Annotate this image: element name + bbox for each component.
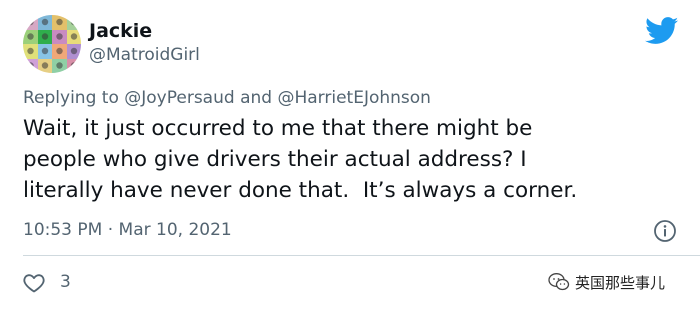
user-handle[interactable]: @MatroidGirl — [89, 45, 200, 65]
tweet-timestamp[interactable]: 10:53 PM · Mar 10, 2021 — [23, 220, 232, 240]
mention-link[interactable]: @JoyPersaud — [124, 88, 234, 108]
wechat-logo-icon — [548, 273, 570, 291]
mention-link[interactable]: @HarrietEJohnson — [277, 88, 430, 108]
twitter-bird-icon[interactable] — [645, 17, 679, 45]
watermark-text: 英国那些事儿 — [575, 273, 666, 292]
tweet-body: Wait, it just occurred to me that there … — [23, 113, 688, 206]
tweet-body-line: literally have never done that. It’s alw… — [23, 178, 578, 203]
info-icon[interactable] — [653, 219, 677, 243]
avatar-image — [23, 15, 81, 73]
user-display-name[interactable]: Jackie — [89, 20, 152, 42]
watermark: 英国那些事儿 — [548, 270, 665, 294]
heart-icon[interactable] — [22, 271, 46, 295]
avatar[interactable] — [23, 15, 81, 73]
tweet-body-line: people who give drivers their actual add… — [23, 147, 527, 172]
divider — [23, 255, 700, 256]
replying-to-line: Replying to @JoyPersaud and @HarrietEJoh… — [23, 88, 431, 108]
replying-to-label: Replying to — [23, 88, 125, 108]
tweet-body-line: Wait, it just occurred to me that there … — [23, 116, 533, 141]
tweet-card: Jackie @MatroidGirl Replying to @JoyPers… — [0, 0, 700, 311]
like-count: 3 — [60, 272, 71, 292]
replying-joiner: and — [234, 88, 278, 108]
